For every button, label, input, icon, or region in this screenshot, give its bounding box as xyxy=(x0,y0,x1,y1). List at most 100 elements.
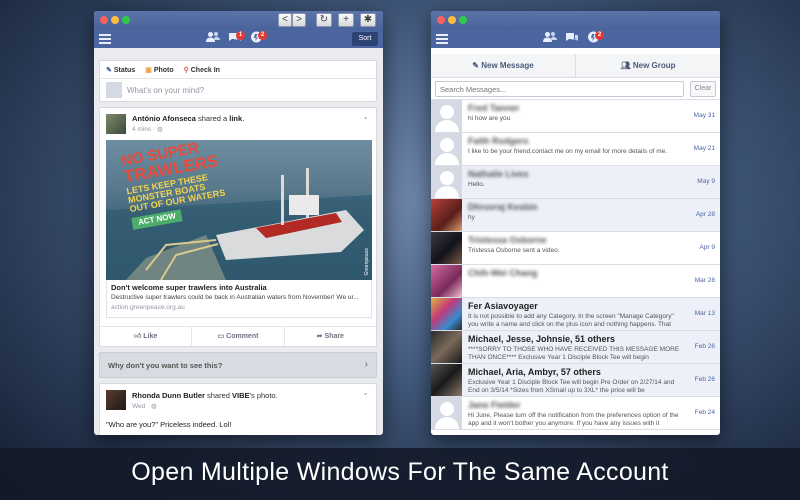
status-input[interactable]: What's on your mind? xyxy=(127,86,204,95)
thread-preview: Hello. xyxy=(468,181,485,188)
thread-date: Feb 26 xyxy=(694,343,715,350)
message-thread-row[interactable]: Fred Tanner hi how are you May 31 xyxy=(431,100,720,133)
friend-requests-icon[interactable] xyxy=(206,30,220,48)
thread-name: Michael, Aria, Ambyr, 57 others xyxy=(468,367,601,377)
feed-post: António Afonseca shared a link. 4 mins ·… xyxy=(99,107,377,348)
avatar xyxy=(431,166,462,198)
avatar xyxy=(431,232,462,264)
right-navbar: 2 xyxy=(431,30,720,48)
close-window-button[interactable] xyxy=(100,16,108,24)
thread-preview: I like to be your friend,contact me on m… xyxy=(468,148,668,155)
thread-name: Tristessa Osborne xyxy=(468,235,547,245)
post2-text: "Who are you?" Priceless indeed. Lol! xyxy=(106,420,232,429)
search-messages-input[interactable] xyxy=(435,81,684,97)
message-thread-row[interactable]: Chih-Wei Chang Mar 28 xyxy=(431,265,720,298)
thread-date: May 9 xyxy=(697,178,715,185)
message-thread-row[interactable]: Dhruvraj Kesbin hy Apr 28 xyxy=(431,199,720,232)
comment-button[interactable]: ▭ Comment xyxy=(192,326,285,348)
photo-label: Photo xyxy=(153,67,174,74)
thread-preview: ****SORRY TO THOSE WHO HAVE RECEIVED THI… xyxy=(468,346,680,361)
link-preview-text[interactable]: Don't welcome super trawlers into Austra… xyxy=(106,280,372,318)
sort-button[interactable]: Sort xyxy=(352,32,378,46)
avatar xyxy=(431,298,462,330)
location-pin-icon: ⚲ xyxy=(183,67,189,74)
like-label: Like xyxy=(143,333,158,340)
refresh-button[interactable]: ↻ xyxy=(316,13,332,27)
message-thread-row[interactable]: Michael, Jesse, Johnsie, 51 others ****SO… xyxy=(431,331,720,364)
thumbs-up-icon: 👍︎ xyxy=(134,333,142,340)
link-description: Destructive super trawlers could be back… xyxy=(111,294,359,301)
post2-author-name[interactable]: Rhonda Dunn Butler xyxy=(132,391,205,400)
friend-requests-icon[interactable] xyxy=(543,30,557,48)
menu-icon[interactable] xyxy=(436,34,448,44)
comment-icon: ▭ xyxy=(217,333,225,340)
minimize-window-button[interactable] xyxy=(448,16,456,24)
caption-text: Open Multiple Windows For The Same Accou… xyxy=(131,458,669,486)
photo-tab[interactable]: ▣ Photo xyxy=(145,66,173,74)
thread-date: Apr 9 xyxy=(699,244,715,251)
forward-button[interactable]: > xyxy=(292,13,306,27)
message-list: Fred Tanner hi how are you May 31 Faith Rod… xyxy=(431,100,720,435)
back-button[interactable]: < xyxy=(278,13,292,27)
compose-icon: ✎ xyxy=(472,61,479,70)
hide-post-feedback-bar[interactable]: Why don't you want to see this? › xyxy=(99,352,377,378)
share-label: Share xyxy=(324,333,344,340)
new-message-label: New Message xyxy=(481,61,534,70)
notifications-badge: 2 xyxy=(595,31,604,40)
share-button[interactable]: ➦ Share xyxy=(285,326,376,348)
link-preview-image[interactable]: NO SUPER TRAWLERS LETS KEEP THESE MONSTE… xyxy=(106,140,372,280)
post-period: . xyxy=(242,114,245,123)
thread-date: Feb 26 xyxy=(694,376,715,383)
close-window-button[interactable] xyxy=(437,16,445,24)
new-group-button[interactable]: 👥︎ New Group xyxy=(576,54,720,77)
chevron-down-icon[interactable]: ⌄ xyxy=(362,112,369,121)
thread-name: Chih-Wei Chang xyxy=(468,268,538,278)
post-time: 4 mins xyxy=(132,126,152,133)
message-thread-row[interactable]: Nathalie Lives Hello. May 9 xyxy=(431,166,720,199)
photo-icon: ▣ xyxy=(145,67,152,74)
message-thread-row[interactable]: Fer Asiavoyager It is not possible to add… xyxy=(431,298,720,331)
thread-preview: Tristessa Osborne sent a video. xyxy=(468,247,560,254)
avatar xyxy=(431,265,462,297)
checkin-tab[interactable]: ⚲ Check In xyxy=(184,66,220,74)
new-message-button[interactable]: ✎ New Message xyxy=(431,54,576,77)
right-window: 2 ✎ New Message 👥︎ New Group Clear Fred … xyxy=(431,11,720,435)
message-thread-row[interactable]: Tristessa Osborne Tristessa Osborne sent … xyxy=(431,232,720,265)
status-label: Status xyxy=(113,67,136,74)
post2-object-link[interactable]: VIBE xyxy=(232,391,250,400)
thread-preview: It is not possible to add any Category. … xyxy=(468,313,674,328)
zoom-window-button[interactable] xyxy=(122,16,130,24)
post2-time: Wed xyxy=(132,403,146,410)
thread-name: Fer Asiavoyager xyxy=(468,301,538,311)
messages-icon[interactable] xyxy=(565,30,579,48)
thread-name: Dhruvraj Kesbin xyxy=(468,202,538,212)
thread-preview: Exclusive Year 1 Disciple Block Tee will… xyxy=(468,379,675,394)
settings-button[interactable]: ✱ xyxy=(360,13,376,27)
link-title: Don't welcome super trawlers into Austra… xyxy=(111,283,267,292)
post-author-avatar[interactable] xyxy=(106,114,126,134)
checkin-label: Check In xyxy=(190,67,220,74)
avatar xyxy=(431,100,462,132)
post2-author-avatar[interactable] xyxy=(106,390,126,410)
message-thread-row[interactable]: Faith Rodgers I like to be your friend,co… xyxy=(431,133,720,166)
new-window-button[interactable]: + xyxy=(338,13,354,27)
zoom-window-button[interactable] xyxy=(459,16,467,24)
message-thread-row[interactable]: Michael, Aria, Ambyr, 57 others Exclusive… xyxy=(431,364,720,397)
thread-name: Michael, Jesse, Johnsie, 51 others xyxy=(468,334,616,344)
status-tab[interactable]: ✎ Status xyxy=(106,66,135,74)
thread-preview: hi how are you xyxy=(468,115,511,122)
post-author-name[interactable]: António Afonseca xyxy=(132,114,196,123)
thread-name: Faith Rodgers xyxy=(468,136,529,146)
chevron-down-icon[interactable]: ⌄ xyxy=(362,388,369,397)
post-action: shared a xyxy=(197,114,228,123)
menu-icon[interactable] xyxy=(99,34,111,44)
clear-search-button[interactable]: Clear xyxy=(690,81,716,97)
composer: ✎ Status ▣ Photo ⚲ Check In What's on yo… xyxy=(99,60,377,102)
avatar xyxy=(431,199,462,231)
thread-date: Mar 28 xyxy=(694,277,715,284)
minimize-window-button[interactable] xyxy=(111,16,119,24)
message-thread-row[interactable]: Jane Fielder Hi June, Please turn off the… xyxy=(431,397,720,430)
post-object-link[interactable]: link xyxy=(229,114,242,123)
like-button[interactable]: 👍︎ Like xyxy=(100,326,193,348)
post2-action: shared xyxy=(207,391,230,400)
